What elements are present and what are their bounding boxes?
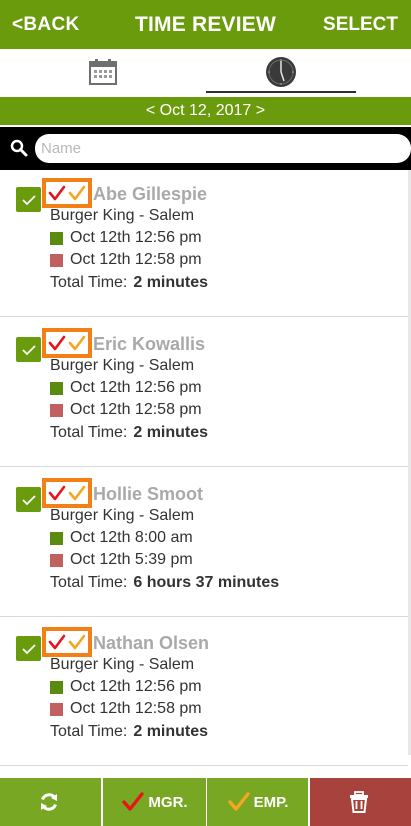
total-time-value: 2 minutes <box>133 274 209 291</box>
entry-select-checkbox[interactable] <box>16 636 41 661</box>
time-entry-card[interactable]: Eric Kowallis Burger King - Salem Oct 12… <box>0 320 408 467</box>
entry-select-checkbox[interactable] <box>16 487 41 512</box>
trash-icon <box>350 791 368 813</box>
clock-in-marker <box>50 531 63 545</box>
delete-button[interactable] <box>310 778 411 826</box>
manager-approved-check-icon <box>48 335 66 351</box>
clock-out-marker <box>50 553 63 567</box>
employee-name: Nathan Olsen <box>93 633 210 653</box>
total-time-label: Total Time: <box>50 424 128 441</box>
total-time-value: 2 minutes <box>133 424 209 441</box>
tab-clock[interactable] <box>206 49 356 95</box>
tab-calendar[interactable] <box>0 49 206 95</box>
calendar-icon <box>89 59 117 85</box>
employee-name: Eric Kowallis <box>93 334 206 354</box>
clock-in-marker <box>50 231 63 245</box>
entry-select-checkbox[interactable] <box>16 187 41 212</box>
approval-marks <box>42 178 92 208</box>
total-time: Total Time: 6 hours 37 minutes <box>50 574 279 592</box>
clock-in-marker <box>50 680 63 694</box>
manager-approve-button[interactable]: MGR. <box>103 778 206 826</box>
manager-approved-check-icon <box>48 185 66 201</box>
time-entry-card[interactable]: Abe Gillespie Burger King - Salem Oct 12… <box>0 170 408 317</box>
total-time-label: Total Time: <box>50 274 128 291</box>
employee-approve-button[interactable]: EMP. <box>207 778 308 826</box>
location: Burger King - Salem <box>50 207 195 224</box>
app-header: <BACK TIME REVIEW SELECT <box>0 0 411 49</box>
clock-icon <box>266 57 296 87</box>
employee-name: Abe Gillespie <box>93 184 208 204</box>
total-time: Total Time: 2 minutes <box>50 424 208 442</box>
time-entry-list: Abe Gillespie Burger King - Salem Oct 12… <box>0 170 411 776</box>
employee-check-icon <box>227 792 250 811</box>
clock-out-marker <box>50 702 63 716</box>
clock-in-row: Oct 12th 12:56 pm <box>50 379 202 397</box>
employee-approved-check-icon <box>68 634 86 650</box>
manager-approved-check-icon <box>48 485 66 501</box>
date-navigator[interactable]: < Oct 12, 2017 > <box>0 97 411 125</box>
search-bar <box>0 127 411 170</box>
clock-out-marker <box>50 253 63 267</box>
check-icon <box>21 344 36 355</box>
check-icon <box>21 194 36 205</box>
employee-approved-check-icon <box>68 185 86 201</box>
approval-marks <box>42 627 92 657</box>
location: Burger King - Salem <box>50 656 195 673</box>
refresh-button[interactable] <box>0 778 101 826</box>
clock-out-marker <box>50 403 63 417</box>
clock-out-time: Oct 12th 12:58 pm <box>70 401 202 418</box>
clock-out-time: Oct 12th 12:58 pm <box>70 251 202 268</box>
select-button[interactable]: SELECT <box>323 14 398 36</box>
search-icon <box>10 139 28 157</box>
clock-out-row: Oct 12th 12:58 pm <box>50 700 202 718</box>
refresh-icon <box>41 793 57 811</box>
clock-out-row: Oct 12th 12:58 pm <box>50 251 202 269</box>
check-icon <box>21 643 36 654</box>
check-icon <box>21 494 36 505</box>
clock-in-row: Oct 12th 12:56 pm <box>50 229 202 247</box>
manager-check-icon <box>122 792 145 811</box>
employee-approved-check-icon <box>68 485 86 501</box>
clock-out-time: Oct 12th 5:39 pm <box>70 551 193 568</box>
approval-marks <box>42 478 92 508</box>
clock-in-marker <box>50 381 63 395</box>
employee-approve-label: EMP. <box>253 793 289 811</box>
clock-in-row: Oct 12th 12:56 pm <box>50 678 202 696</box>
clock-in-row: Oct 12th 8:00 am <box>50 529 193 547</box>
clock-in-time: Oct 12th 12:56 pm <box>70 229 202 246</box>
approval-marks <box>42 328 92 358</box>
entry-select-checkbox[interactable] <box>16 337 41 362</box>
total-time-label: Total Time: <box>50 723 128 740</box>
clock-in-time: Oct 12th 12:56 pm <box>70 678 202 695</box>
total-time: Total Time: 2 minutes <box>50 274 208 292</box>
manager-approved-check-icon <box>48 634 66 650</box>
total-time: Total Time: 2 minutes <box>50 723 208 741</box>
total-time-label: Total Time: <box>50 574 128 591</box>
location: Burger King - Salem <box>50 357 195 374</box>
total-time-value: 6 hours 37 minutes <box>133 574 280 591</box>
employee-approved-check-icon <box>68 335 86 351</box>
clock-out-time: Oct 12th 12:58 pm <box>70 700 202 717</box>
clock-in-time: Oct 12th 12:56 pm <box>70 379 202 396</box>
total-time-value: 2 minutes <box>133 723 209 740</box>
time-entry-card[interactable]: Nathan Olsen Burger King - Salem Oct 12t… <box>0 619 408 766</box>
view-tabs <box>0 49 411 95</box>
employee-name: Hollie Smoot <box>93 484 204 504</box>
search-input[interactable] <box>35 134 411 163</box>
clock-in-time: Oct 12th 8:00 am <box>70 529 193 546</box>
clock-out-row: Oct 12th 5:39 pm <box>50 551 193 569</box>
time-entry-card[interactable]: Hollie Smoot Burger King - Salem Oct 12t… <box>0 470 408 617</box>
location: Burger King - Salem <box>50 507 195 524</box>
action-bar: MGR. EMP. <box>0 778 411 826</box>
manager-approve-label: MGR. <box>148 793 188 811</box>
active-tab-indicator <box>206 91 356 93</box>
clock-out-row: Oct 12th 12:58 pm <box>50 401 202 419</box>
